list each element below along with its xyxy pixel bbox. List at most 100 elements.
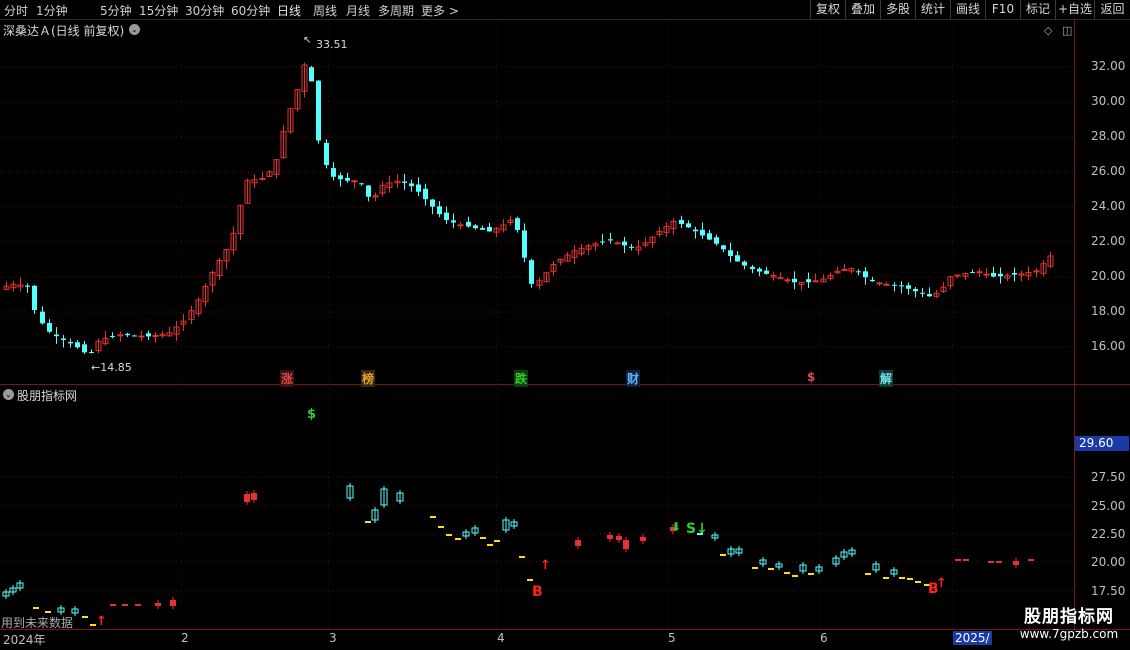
candle-body-down <box>629 246 634 248</box>
indicator-current-value: 29.60 <box>1075 436 1129 451</box>
price-tick-20: 20.00 <box>1091 269 1126 283</box>
candle-body-up <box>983 273 990 276</box>
indicator-dash <box>996 561 1002 563</box>
event-tag-ranking[interactable]: 榜 <box>361 370 376 387</box>
event-tag-fall[interactable]: 跌 <box>514 370 529 387</box>
event-tag-dollar[interactable]: $ <box>807 370 815 384</box>
event-tag-limit-up[interactable]: 涨 <box>280 370 295 387</box>
candle-body-down <box>998 273 1003 277</box>
candle-body-down <box>906 285 911 289</box>
candle-body-up <box>841 268 848 271</box>
watermark-title: 股朋指标网 <box>1024 607 1114 627</box>
candle-body-down <box>970 272 975 274</box>
indicator-dash <box>33 607 39 609</box>
high-price-label: 33.51 <box>316 38 348 51</box>
time-label-feb: 2 <box>181 631 189 645</box>
price-tick-32: 32.00 <box>1091 59 1126 73</box>
buy-arrow-icon-2: ↑ <box>936 576 947 591</box>
indicator-dash <box>907 578 913 580</box>
candle-body-up <box>351 180 358 183</box>
candle-body-up <box>138 335 145 338</box>
indicator-dash <box>110 604 116 606</box>
candle-body-down <box>61 338 66 341</box>
indicator-tick-25: 25.00 <box>1091 499 1126 513</box>
price-tick-24: 24.00 <box>1091 199 1126 213</box>
indicator-dash <box>720 554 726 556</box>
candle-body-up <box>876 282 883 285</box>
indicator-candle <box>170 600 176 606</box>
indicator-dash <box>480 537 486 539</box>
candle-body-down <box>529 260 534 284</box>
candle-body-down <box>89 352 94 354</box>
candle-body-down <box>466 221 471 227</box>
candle-body-down <box>714 237 719 244</box>
indicator-dash <box>752 567 758 569</box>
price-axis-border <box>1074 20 1075 630</box>
candle-body-down <box>742 261 747 266</box>
price-tick-16: 16.00 <box>1091 339 1126 353</box>
signal-buy-1: B <box>532 584 543 600</box>
indicator-candle <box>616 536 622 540</box>
watermark: 股朋指标网 www.7gpzb.com <box>1010 602 1128 641</box>
candle-body-down <box>700 229 705 236</box>
candle-body-down <box>927 294 932 297</box>
high-pointer-icon: ↖ <box>303 35 312 46</box>
signal-dollar: $ <box>307 407 317 422</box>
indicator-dash <box>865 573 871 575</box>
candlestick-chart[interactable] <box>0 0 1074 630</box>
candle-body-down <box>735 255 740 262</box>
candle-body-down <box>920 292 925 294</box>
buy-arrow-icon: ↑ <box>540 558 551 573</box>
indicator-dash <box>438 526 444 528</box>
indicator-dash <box>135 604 141 606</box>
indicator-dash <box>455 538 461 540</box>
indicator-candle <box>640 537 646 541</box>
candle-body-down <box>146 333 151 337</box>
future-data-note: 用到未来数据 <box>1 616 74 630</box>
price-tick-28: 28.00 <box>1091 129 1126 143</box>
candle-body-down <box>686 223 691 228</box>
candle-body-up <box>614 242 621 245</box>
candle-body-down <box>487 226 492 232</box>
candle-body-down <box>437 206 442 215</box>
back-button[interactable]: 返回 <box>1094 0 1130 19</box>
indicator-menu-chevron-icon[interactable]: ⌄ <box>3 389 14 400</box>
candle-body-down <box>409 183 414 187</box>
candle-body-down <box>309 67 314 82</box>
candle-body-down <box>679 219 684 225</box>
candle-body-down <box>324 142 329 166</box>
signal-sell: S↓ <box>686 521 708 537</box>
indicator-dash <box>963 559 969 561</box>
candle-body-down <box>47 323 52 332</box>
candle-body-down <box>32 285 37 311</box>
candle-body-up <box>259 177 266 180</box>
candle-body-down <box>792 278 797 283</box>
candle-body-down <box>1012 272 1017 275</box>
candle-body-down <box>359 183 364 185</box>
indicator-candle <box>155 603 161 606</box>
time-label-jun: 6 <box>820 631 828 645</box>
indicator-dash <box>784 572 790 574</box>
indicator-tick-22-5: 22.50 <box>1091 527 1126 541</box>
candle-body-down <box>764 270 769 274</box>
event-tag-finance[interactable]: 财 <box>626 370 641 387</box>
indicator-dash <box>899 577 905 579</box>
candle-body-down <box>806 279 811 283</box>
indicator-dash <box>446 534 452 536</box>
time-label-may: 5 <box>668 631 676 645</box>
candle-body-down <box>608 239 613 241</box>
indicator-dash <box>1028 559 1034 561</box>
candle-body-up <box>954 274 961 277</box>
candle-body-up <box>976 271 983 274</box>
candle-body-down <box>863 271 868 278</box>
candle-body-down <box>991 272 996 277</box>
indicator-dash <box>430 516 436 518</box>
event-tag-unlock[interactable]: 解 <box>879 370 894 387</box>
candle-body-down <box>444 212 449 221</box>
candle-body-down <box>110 335 115 337</box>
indicator-dash <box>808 573 814 575</box>
indicator-dash <box>365 521 371 523</box>
indicator-dash <box>519 556 525 558</box>
candle-body-down <box>892 284 897 286</box>
candle-body-down <box>522 230 527 258</box>
